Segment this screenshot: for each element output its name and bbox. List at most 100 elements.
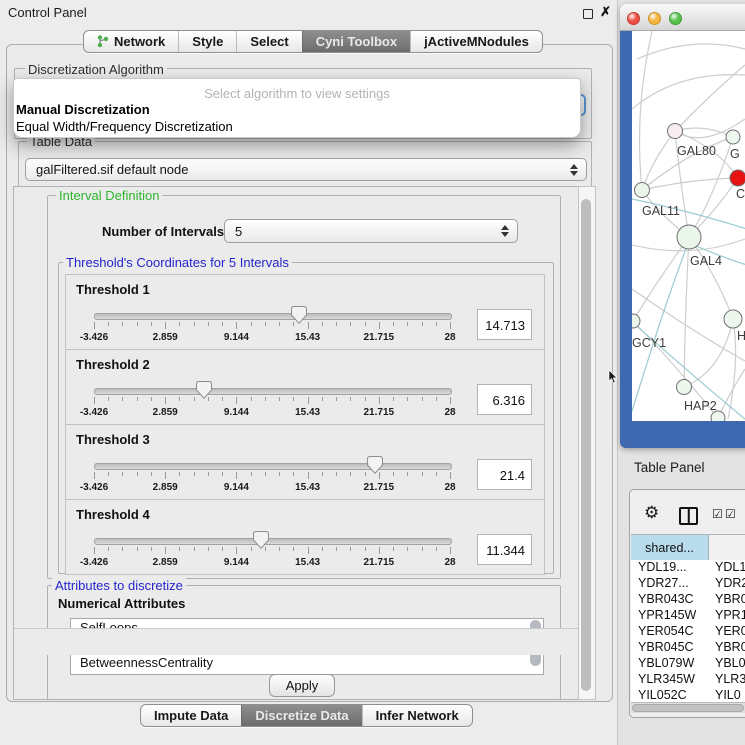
- slider-track[interactable]: [94, 538, 452, 545]
- minor-tick: [151, 547, 152, 551]
- slider-track[interactable]: [94, 388, 452, 395]
- table-h-scrollbar[interactable]: [631, 702, 745, 713]
- table-row[interactable]: YIL052CYIL0: [631, 688, 745, 703]
- tab-style[interactable]: Style: [178, 31, 236, 52]
- threshold-value-field[interactable]: 14.713: [477, 309, 532, 340]
- cell-name[interactable]: YIL0: [709, 688, 745, 703]
- float-window-icon[interactable]: [583, 9, 593, 19]
- cell-shared-name[interactable]: YLR345W: [631, 672, 709, 688]
- cell-shared-name[interactable]: YDL19...: [631, 560, 709, 576]
- network-node-hap2[interactable]: [677, 380, 692, 395]
- panel-scrollbar[interactable]: [578, 186, 596, 700]
- major-tick: [379, 547, 380, 554]
- tab-discretize-data[interactable]: Discretize Data: [241, 705, 361, 726]
- threshold-value-field[interactable]: 21.4: [477, 459, 532, 490]
- column-header-name[interactable]: n: [709, 535, 745, 560]
- cell-shared-name[interactable]: YPR145W: [631, 608, 709, 624]
- slider-thumb[interactable]: [196, 381, 212, 399]
- network-node-gal4[interactable]: [677, 225, 701, 249]
- table-row[interactable]: YER054CYER0: [631, 624, 745, 640]
- minor-tick: [179, 322, 180, 326]
- network-node-unlabeled[interactable]: [711, 411, 725, 421]
- network-node-c[interactable]: [730, 170, 745, 186]
- tab-label: Network: [114, 34, 165, 49]
- slider-thumb[interactable]: [291, 306, 307, 324]
- cell-name[interactable]: YDL1: [709, 560, 745, 576]
- table-row[interactable]: YPR145WYPR1: [631, 608, 745, 624]
- minimize-light[interactable]: [648, 12, 661, 25]
- cell-shared-name[interactable]: YER054C: [631, 624, 709, 640]
- checkbox-icon[interactable]: ☑: [712, 507, 723, 521]
- scrollbar-thumb[interactable]: [581, 199, 591, 691]
- slider-track[interactable]: [94, 463, 452, 470]
- num-intervals-select[interactable]: 5: [224, 219, 518, 243]
- cell-name[interactable]: YPR1: [709, 608, 745, 624]
- table-row[interactable]: YBR043CYBR0: [631, 592, 745, 608]
- threshold-label: Threshold 4: [76, 507, 150, 522]
- slider-track[interactable]: [94, 313, 452, 320]
- tab-label: Infer Network: [376, 708, 459, 723]
- cell-shared-name[interactable]: YBR045C: [631, 640, 709, 656]
- cell-shared-name[interactable]: YBL079W: [631, 656, 709, 672]
- cell-name[interactable]: YER0: [709, 624, 745, 640]
- attribute-item-betweennesscentrality[interactable]: BetweennessCentrality: [71, 654, 543, 672]
- cell-name[interactable]: YBL0: [709, 656, 745, 672]
- zoom-light[interactable]: [669, 12, 682, 25]
- cell-name[interactable]: YLR3: [709, 672, 745, 688]
- major-tick: [379, 322, 380, 329]
- settings-scroll-area: Interval Definition Number of Intervals …: [13, 186, 579, 700]
- tab-network[interactable]: Network: [84, 31, 178, 52]
- scale-label: 15.43: [295, 482, 320, 493]
- table-panel-title: Table Panel: [634, 460, 705, 475]
- tab-jactivemnodules[interactable]: jActiveMNodules: [410, 31, 542, 52]
- scale-label: 9.144: [224, 482, 249, 493]
- threshold-label: Threshold 2: [76, 357, 150, 372]
- network-node-gcy1[interactable]: [632, 314, 640, 328]
- split-panel-icon[interactable]: [679, 507, 698, 525]
- scale-label: 28: [444, 482, 455, 493]
- node-label: GAL11: [642, 204, 680, 218]
- network-node-g[interactable]: [726, 130, 740, 144]
- popup-option-equal-width-frequency-discretization[interactable]: Equal Width/Frequency Discretization: [14, 118, 580, 135]
- table-row[interactable]: YDR27...YDR2: [631, 576, 745, 592]
- tab-impute-data[interactable]: Impute Data: [141, 705, 241, 726]
- num-intervals-label: Number of Intervals: [102, 224, 224, 239]
- cell-name[interactable]: YDR2: [709, 576, 745, 592]
- network-node-gal11[interactable]: [635, 183, 650, 198]
- cell-name[interactable]: YBR0: [709, 640, 745, 656]
- network-canvas[interactable]: GAL80GCGAL11GAL4HGCY1HAP2: [632, 31, 745, 421]
- slider-thumb[interactable]: [367, 456, 383, 474]
- cell-shared-name[interactable]: YIL052C: [631, 688, 709, 703]
- checkbox-icon[interactable]: ☑: [725, 507, 736, 521]
- major-tick: [94, 397, 95, 404]
- network-node-gal80[interactable]: [668, 124, 683, 139]
- major-tick: [308, 472, 309, 479]
- tab-infer-network[interactable]: Infer Network: [362, 705, 472, 726]
- column-header-shared-name[interactable]: shared...: [631, 535, 709, 560]
- cell-shared-name[interactable]: YDR27...: [631, 576, 709, 592]
- minor-tick: [336, 472, 337, 476]
- gear-icon[interactable]: ⚙: [644, 503, 659, 523]
- tab-select[interactable]: Select: [236, 31, 301, 52]
- cell-name[interactable]: YBR0: [709, 592, 745, 608]
- minor-tick: [365, 397, 366, 401]
- minor-tick: [108, 472, 109, 476]
- scrollbar-thumb[interactable]: [632, 704, 744, 712]
- threshold-value-field[interactable]: 6.316: [477, 384, 532, 415]
- popup-option-manual-discretization[interactable]: Manual Discretization: [14, 101, 580, 118]
- table-row[interactable]: YDL19...YDL1: [631, 560, 745, 576]
- slider-thumb[interactable]: [253, 531, 269, 549]
- scale-label: 28: [444, 332, 455, 343]
- close-icon[interactable]: ✗: [600, 4, 611, 20]
- table-row[interactable]: YBR045CYBR0: [631, 640, 745, 656]
- close-light[interactable]: [627, 12, 640, 25]
- table-data-select[interactable]: galFiltered.sif default node: [25, 158, 587, 181]
- table-row[interactable]: YLR345WYLR3: [631, 672, 745, 688]
- minor-tick: [194, 547, 195, 551]
- tab-cyni-toolbox[interactable]: Cyni Toolbox: [302, 31, 410, 52]
- cell-shared-name[interactable]: YBR043C: [631, 592, 709, 608]
- network-node-h[interactable]: [724, 310, 742, 328]
- table-row[interactable]: YBL079WYBL0: [631, 656, 745, 672]
- apply-button[interactable]: Apply: [269, 674, 335, 697]
- threshold-value-field[interactable]: 11.344: [477, 534, 532, 565]
